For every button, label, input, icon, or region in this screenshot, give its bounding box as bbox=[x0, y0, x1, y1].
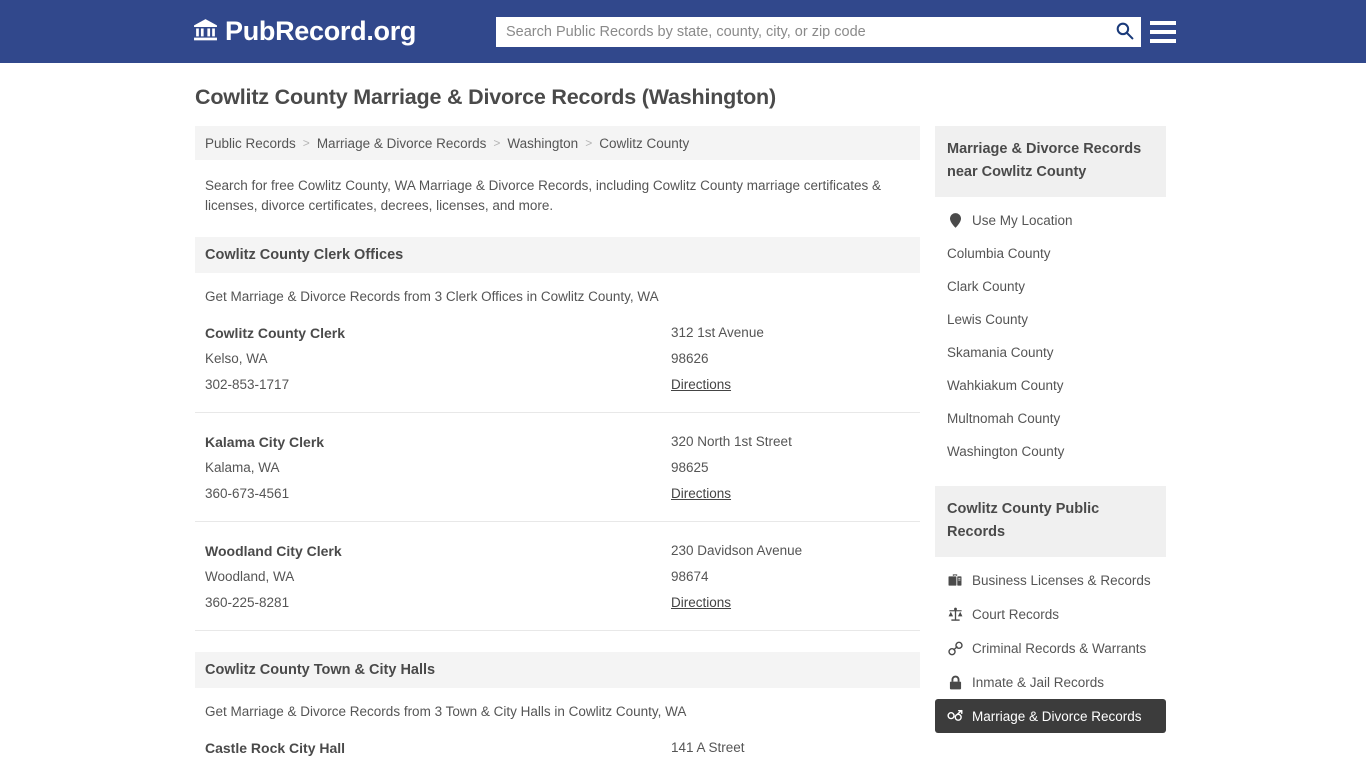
listing-address: 312 1st Avenue bbox=[671, 325, 764, 340]
sidebar-item-washington-county[interactable]: Washington County bbox=[935, 435, 1166, 468]
sidebar-item-lewis-county[interactable]: Lewis County bbox=[935, 303, 1166, 336]
breadcrumb-item-2[interactable]: Washington bbox=[507, 136, 578, 151]
sidebar-item-multnomah-county[interactable]: Multnomah County bbox=[935, 402, 1166, 435]
sidebar-nearby-list: Use My Location Columbia County Clark Co… bbox=[935, 197, 1166, 468]
search-icon bbox=[1115, 21, 1134, 43]
listing-phone: 360-673-4561 bbox=[205, 486, 290, 501]
map-pin-icon bbox=[947, 212, 963, 228]
directions-link[interactable]: Directions bbox=[671, 372, 731, 398]
sidebar-item-court-records[interactable]: Court Records bbox=[935, 597, 1166, 631]
sidebar-item-label: Marriage & Divorce Records bbox=[972, 708, 1142, 724]
directions-link[interactable]: Directions bbox=[671, 481, 731, 507]
handcuffs-icon bbox=[947, 640, 963, 656]
sidebar-item-label: Wahkiakum County bbox=[947, 378, 1064, 393]
sidebar-item-label: Business Licenses & Records bbox=[972, 572, 1151, 588]
bank-building-icon bbox=[193, 17, 218, 47]
sidebar-item-columbia-county[interactable]: Columbia County bbox=[935, 237, 1166, 270]
hamburger-menu-icon[interactable] bbox=[1150, 18, 1176, 46]
page-body: Cowlitz County Marriage & Divorce Record… bbox=[0, 63, 1366, 768]
breadcrumb-item-1[interactable]: Marriage & Divorce Records bbox=[317, 136, 487, 151]
sidebar: Marriage & Divorce Records near Cowlitz … bbox=[935, 126, 1166, 733]
sidebar-item-marriage-divorce-records[interactable]: Marriage & Divorce Records bbox=[935, 699, 1166, 733]
listing-city-state: Castle Rock, WA bbox=[205, 761, 671, 768]
sidebar-item-use-my-location[interactable]: Use My Location bbox=[935, 203, 1166, 237]
listing-right: 230 Davidson Avenue 98674 Directions bbox=[671, 538, 910, 616]
listing-name: Castle Rock City Hall bbox=[205, 740, 346, 756]
table-row: Cowlitz County Clerk Kelso, WA 302-853-1… bbox=[195, 304, 920, 413]
listing-zip: 98625 bbox=[671, 460, 709, 475]
site-logo-text: PubRecord.org bbox=[225, 16, 417, 46]
gender-symbols-icon bbox=[947, 708, 963, 724]
listing-phone: 302-853-1717 bbox=[205, 377, 290, 392]
listing-city-state: Kelso, WA bbox=[205, 351, 268, 366]
listing-address: 230 Davidson Avenue bbox=[671, 543, 803, 558]
listing-address: 141 A Street bbox=[671, 740, 745, 755]
listing-name: Woodland City Clerk bbox=[205, 543, 342, 559]
breadcrumb-separator: > bbox=[302, 136, 310, 150]
table-row: Kalama City Clerk Kalama, WA 360-673-456… bbox=[195, 413, 920, 522]
listing-right: 312 1st Avenue 98626 Directions bbox=[671, 320, 910, 398]
section-header-clerk-offices: Cowlitz County Clerk Offices bbox=[195, 237, 920, 273]
sidebar-item-inmate-jail-records[interactable]: Inmate & Jail Records bbox=[935, 665, 1166, 699]
sidebar-header-nearby: Marriage & Divorce Records near Cowlitz … bbox=[935, 126, 1166, 197]
section-subtitle-town-city-halls: Get Marriage & Divorce Records from 3 To… bbox=[205, 704, 687, 719]
site-logo[interactable]: PubRecord.org bbox=[193, 16, 416, 47]
listing-left: Woodland City Clerk Woodland, WA 360-225… bbox=[205, 538, 671, 616]
sidebar-item-label: Skamania County bbox=[947, 345, 1054, 360]
sidebar-item-label: Court Records bbox=[972, 606, 1060, 622]
breadcrumb: Public Records > Marriage & Divorce Reco… bbox=[195, 126, 920, 160]
sidebar-item-label: Washington County bbox=[947, 444, 1065, 459]
search-input[interactable] bbox=[496, 24, 1107, 40]
sidebar-item-label: Use My Location bbox=[972, 212, 1073, 228]
breadcrumb-separator: > bbox=[493, 136, 501, 150]
breadcrumb-item-0[interactable]: Public Records bbox=[205, 136, 296, 151]
listing-zip: 98611 bbox=[671, 761, 910, 768]
listing-left: Castle Rock City Hall Castle Rock, WA 36… bbox=[205, 735, 671, 768]
listing-name: Kalama City Clerk bbox=[205, 434, 325, 450]
content-columns: Public Records > Marriage & Divorce Reco… bbox=[0, 126, 1366, 768]
search-bar bbox=[496, 17, 1141, 47]
sidebar-item-label: Clark County bbox=[947, 279, 1026, 294]
sidebar-public-records-list: Business Licenses & Records Court Record… bbox=[935, 557, 1166, 733]
sidebar-item-business-licenses[interactable]: Business Licenses & Records bbox=[935, 563, 1166, 597]
breadcrumb-separator: > bbox=[585, 136, 593, 150]
sidebar-item-label: Criminal Records & Warrants bbox=[972, 640, 1147, 656]
listing-left: Cowlitz County Clerk Kelso, WA 302-853-1… bbox=[205, 320, 671, 398]
listing-name: Cowlitz County Clerk bbox=[205, 325, 346, 341]
sidebar-item-label: Columbia County bbox=[947, 246, 1051, 261]
sidebar-item-skamania-county[interactable]: Skamania County bbox=[935, 336, 1166, 369]
sidebar-header-public-records: Cowlitz County Public Records bbox=[935, 486, 1166, 557]
sidebar-item-label: Inmate & Jail Records bbox=[972, 674, 1105, 690]
sidebar-item-label: Lewis County bbox=[947, 312, 1029, 327]
table-row: Castle Rock City Hall Castle Rock, WA 36… bbox=[195, 719, 920, 768]
listing-right: 141 A Street 98611 Directions bbox=[671, 735, 910, 768]
listing-city-state: Woodland, WA bbox=[205, 569, 295, 584]
sidebar-item-criminal-records[interactable]: Criminal Records & Warrants bbox=[935, 631, 1166, 665]
breadcrumb-item-3[interactable]: Cowlitz County bbox=[599, 136, 689, 151]
page-title: Cowlitz County Marriage & Divorce Record… bbox=[195, 85, 776, 109]
listing-city-state: Kalama, WA bbox=[205, 460, 280, 475]
page-intro-text: Search for free Cowlitz County, WA Marri… bbox=[205, 178, 881, 213]
table-row: Woodland City Clerk Woodland, WA 360-225… bbox=[195, 522, 920, 631]
listing-zip: 98626 bbox=[671, 351, 709, 366]
directions-link[interactable]: Directions bbox=[671, 590, 731, 616]
scales-of-justice-icon bbox=[947, 606, 963, 622]
sidebar-item-label: Multnomah County bbox=[947, 411, 1061, 426]
site-header: PubRecord.org bbox=[0, 0, 1366, 63]
sidebar-item-wahkiakum-county[interactable]: Wahkiakum County bbox=[935, 369, 1166, 402]
listing-phone: 360-225-8281 bbox=[205, 595, 290, 610]
listing-right: 320 North 1st Street 98625 Directions bbox=[671, 429, 910, 507]
sidebar-item-clark-county[interactable]: Clark County bbox=[935, 270, 1166, 303]
lock-icon bbox=[947, 674, 963, 690]
listing-address: 320 North 1st Street bbox=[671, 434, 792, 449]
listing-left: Kalama City Clerk Kalama, WA 360-673-456… bbox=[205, 429, 671, 507]
section-header-town-city-halls: Cowlitz County Town & City Halls bbox=[195, 652, 920, 688]
listing-zip: 98674 bbox=[671, 569, 709, 584]
briefcase-icon bbox=[947, 572, 963, 588]
search-button[interactable] bbox=[1107, 18, 1141, 46]
section-subtitle-clerk-offices: Get Marriage & Divorce Records from 3 Cl… bbox=[205, 289, 659, 304]
main-content: Public Records > Marriage & Divorce Reco… bbox=[195, 126, 920, 768]
